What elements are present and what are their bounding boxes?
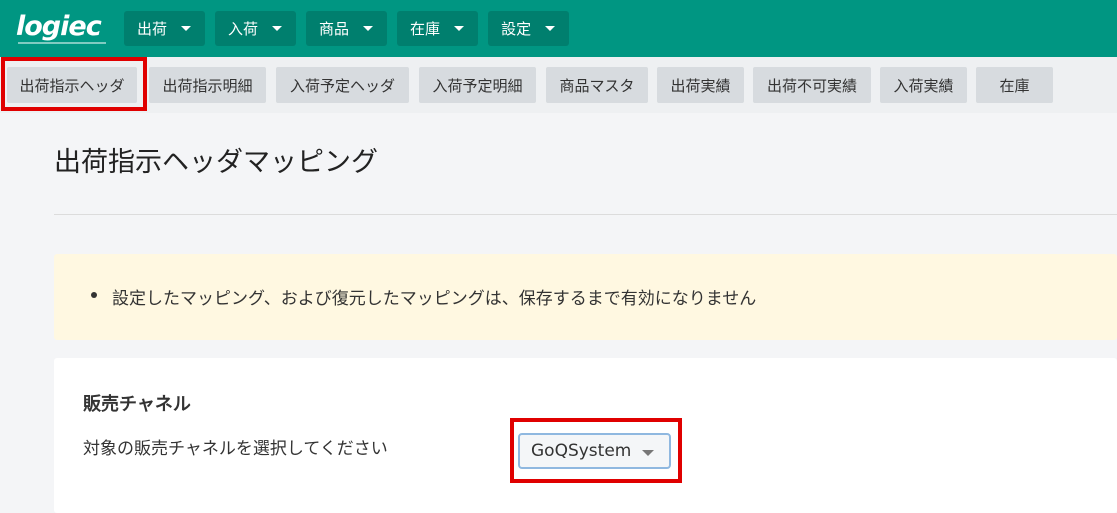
main-menu: 出荷 入荷 商品 在庫 設定 — [124, 11, 579, 46]
tab-product-master[interactable]: 商品マスタ — [546, 67, 648, 103]
menu-products[interactable]: 商品 — [306, 11, 388, 46]
menu-settings[interactable]: 設定 — [488, 11, 570, 46]
divider — [54, 214, 1117, 215]
tab-label: 出荷指示明細 — [162, 76, 253, 95]
tab-label: 入荷予定明細 — [432, 76, 523, 95]
tab-label: 在庫 — [999, 76, 1030, 95]
tab-label: 商品マスタ — [559, 76, 635, 95]
sales-channel-select[interactable]: GoQSystem — [518, 433, 671, 469]
selected-value: GoQSystem — [531, 441, 632, 461]
caret-down-icon — [363, 26, 374, 31]
section-description: 対象の販売チャネルを選択してください — [83, 439, 388, 459]
mapping-tab-bar: 出荷指示ヘッダ 出荷指示明細 入荷予定ヘッダ 入荷予定明細 商品マスタ 出荷実績… — [0, 57, 1117, 113]
tab-receiving-results[interactable]: 入荷実績 — [880, 67, 967, 103]
top-navigation-bar: logiec 出荷 入荷 商品 在庫 設定 — [0, 0, 1117, 57]
notice-text: 設定したマッピング、および復元したマッピングは、保存するまで有効になりません — [112, 289, 757, 309]
logiec-logo[interactable]: logiec — [16, 12, 108, 46]
caret-down-icon — [272, 26, 283, 31]
sales-channel-card: 販売チャネル 対象の販売チャネルを選択してください GoQSystem — [54, 358, 1117, 513]
tab-shipping-order-detail[interactable]: 出荷指示明細 — [149, 67, 266, 103]
menu-receiving[interactable]: 入荷 — [215, 11, 297, 46]
tab-shipping-order-header[interactable]: 出荷指示ヘッダ — [7, 67, 137, 103]
caret-down-icon — [545, 26, 556, 31]
caret-down-icon — [642, 450, 654, 456]
menu-settings-label: 設定 — [501, 20, 532, 38]
tab-label: 出荷指示ヘッダ — [19, 76, 125, 95]
menu-products-label: 商品 — [319, 20, 350, 38]
page-title: 出荷指示ヘッダマッピング — [54, 147, 378, 178]
menu-shipping-label: 出荷 — [137, 20, 168, 38]
menu-inventory[interactable]: 在庫 — [397, 11, 479, 46]
caret-down-icon — [181, 26, 192, 31]
tab-inventory[interactable]: 在庫 — [976, 67, 1053, 103]
tab-unshippable-results[interactable]: 出荷不可実績 — [753, 67, 871, 103]
tab-label: 出荷実績 — [670, 76, 731, 95]
section-title: 販売チャネル — [83, 394, 191, 415]
caret-down-icon — [454, 26, 465, 31]
tab-receiving-plan-header[interactable]: 入荷予定ヘッダ — [276, 67, 409, 103]
tab-receiving-plan-detail[interactable]: 入荷予定明細 — [419, 67, 536, 103]
bullet — [91, 292, 97, 298]
menu-receiving-label: 入荷 — [228, 20, 259, 38]
tab-label: 入荷予定ヘッダ — [289, 76, 395, 95]
menu-shipping[interactable]: 出荷 — [124, 11, 206, 46]
notice-box: 設定したマッピング、および復元したマッピングは、保存するまで有効になりません — [54, 254, 1117, 340]
tab-label: 出荷不可実績 — [766, 76, 857, 95]
tab-shipping-results[interactable]: 出荷実績 — [657, 67, 744, 103]
tab-label: 入荷実績 — [893, 76, 954, 95]
logo-tagline-decoration — [18, 42, 106, 44]
menu-inventory-label: 在庫 — [410, 20, 441, 38]
logo-text: logiec — [16, 11, 102, 42]
